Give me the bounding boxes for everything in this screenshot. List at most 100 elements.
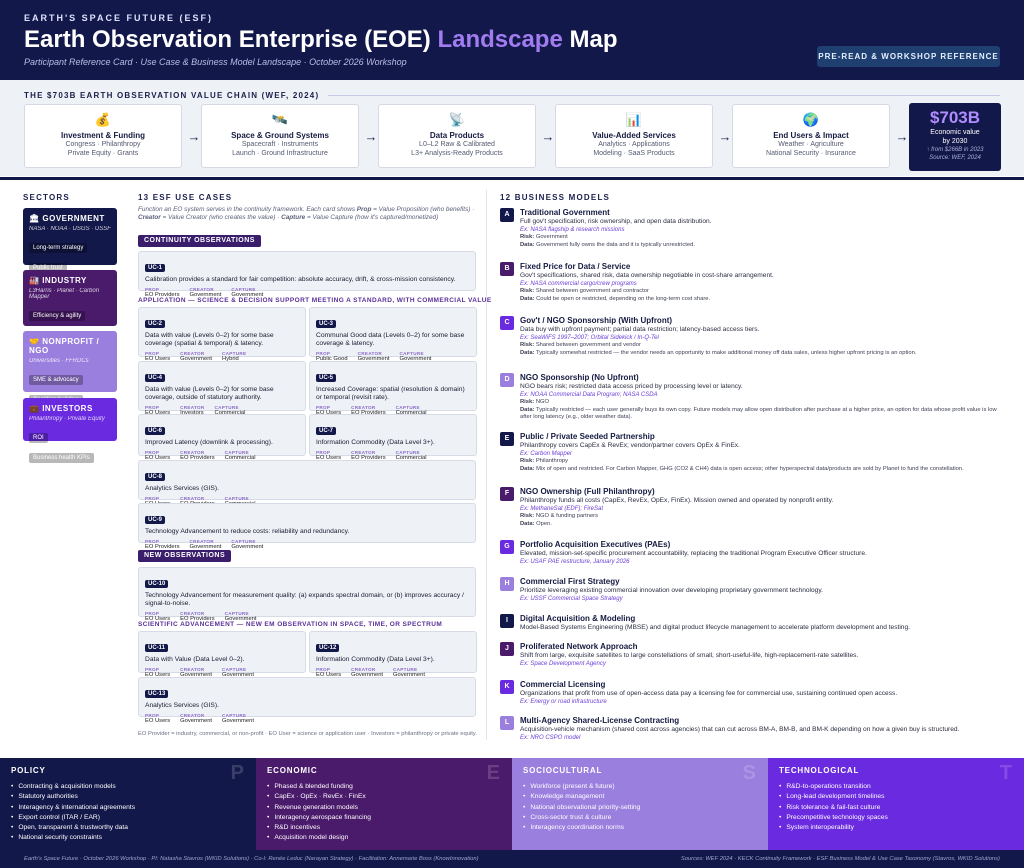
value-chain-stage[interactable]: 🌍 End Users & Impact Weather · Agriculture…: [732, 104, 890, 168]
value-chain-stage[interactable]: 💰 Investment & Funding Congress · Philanth…: [24, 104, 182, 168]
use-case-id: UC-1: [145, 264, 166, 272]
risk-label: Risk:: [520, 234, 535, 240]
sector-tag: Efficiency & agility: [29, 311, 86, 321]
stage-detail: Private Equity · Grants: [67, 150, 139, 157]
stage-detail: Launch · Ground Infrastructure: [232, 150, 328, 157]
pest-title: SOCIOCULTURAL: [523, 766, 603, 775]
business-model-item[interactable]: B Fixed Price for Data / Service Gov't spe…: [500, 262, 1005, 303]
business-model-item[interactable]: I Digital Acquisition & Modeling Model-Bas…: [500, 614, 1005, 632]
footer-credits: Earth's Space Future · October 2026 Work…: [24, 856, 479, 862]
business-model-item[interactable]: G Portfolio Acquisition Executives (PAEs)…: [500, 540, 1005, 566]
sector-card[interactable]: 🏛 GOVERNMENT NASA · NOAA · USGS · USSF Lon…: [23, 208, 117, 273]
pest-panel: SOCIOCULTURAL S Workforce (present & futur…: [512, 758, 768, 850]
value-chain-stage[interactable]: 📊 Value-Added Services Analytics · Applica…: [555, 104, 713, 168]
continuity-band: CONTINUITY OBSERVATIONS: [138, 235, 261, 247]
business-model-title: NGO Sponsorship (No Upfront): [520, 373, 639, 382]
business-model-example: Ex: NASA flagship & research missions: [520, 227, 625, 233]
title-end: Map: [562, 26, 618, 53]
sector-card[interactable]: 💼 INVESTORS Philanthropy · Private Equity…: [23, 398, 117, 463]
pest-list: Contracting & acquisition modelsStatutor…: [11, 782, 135, 844]
business-model-description: Organizations that profit from use of op…: [520, 690, 898, 697]
stage-detail: Analytics · Applications: [598, 141, 670, 148]
pest-item: Cross-sector trust & culture: [523, 813, 640, 823]
pest-item: Phased & blended funding: [267, 782, 371, 792]
meta-value: EO Providers: [145, 544, 180, 550]
sector-card[interactable]: 🤝 NONPROFIT / NGO Universities · FFRDCs SM…: [23, 331, 117, 405]
business-model-title: Fixed Price for Data / Service: [520, 262, 631, 271]
use-case-id: UC-4: [145, 374, 166, 382]
total-label-1: Economic value: [930, 129, 980, 136]
pest-letter: E: [486, 762, 500, 784]
use-case-card[interactable]: UC-8Analytics Services (GIS).PROPEO User…: [138, 460, 476, 507]
business-model-letter: L: [500, 716, 514, 730]
use-case-card[interactable]: UC-12 Information Commodity (Data Level 3…: [309, 631, 477, 678]
business-model-item[interactable]: J Proliferated Network Approach Shift from…: [500, 642, 1005, 668]
scientific-subheading: SCIENTIFIC ADVANCEMENT — NEW EM OBSERVAT…: [138, 621, 443, 628]
risk-value: Government: [535, 234, 568, 240]
business-model-item[interactable]: K Commercial Licensing Organizations that …: [500, 680, 1005, 706]
risk-value: NGO & funding partners: [535, 513, 598, 519]
stage-icon: 🌍: [802, 112, 820, 127]
use-case-card[interactable]: UC-10 Technology Advancement for measurem…: [138, 567, 476, 622]
use-case-card[interactable]: UC-1 Calibration provides a standard for …: [138, 251, 476, 298]
business-model-letter: D: [500, 373, 514, 387]
use-case-description: Calibration provides a standard for fair…: [145, 276, 456, 283]
stage-detail: Modeling · SaaS Products: [593, 150, 675, 157]
sector-title: 🏛 GOVERNMENT: [29, 214, 111, 223]
business-model-item[interactable]: E Public / Private Seeded Partnership Phil…: [500, 432, 1005, 473]
business-model-item[interactable]: D NGO Sponsorship (No Upfront) NGO bears r…: [500, 373, 1005, 422]
use-case-card[interactable]: UC-6 Improved Latency (downlink & process…: [138, 414, 306, 461]
pre-read-badge[interactable]: PRE-READ & WORKSHOP REFERENCE: [817, 46, 1000, 67]
pest-item: Risk tolerance & fail-fast culture: [779, 803, 888, 813]
use-case-card[interactable]: UC-9 Technology Advancement to reduce cos…: [138, 503, 476, 550]
sector-members: NASA · NOAA · USGS · USSF: [29, 226, 111, 232]
stage-detail: Weather · Agriculture: [778, 141, 844, 148]
value-chain-stage[interactable]: 📡 Data Products L0–L2 Raw & Calibrated L3+ …: [378, 104, 536, 168]
stage-icon: 🛰️: [271, 112, 289, 127]
sector-card[interactable]: 🏭 INDUSTRY L3Harris · Planet · Carbon Map…: [23, 270, 117, 341]
use-case-description: Analytics Services (GIS).: [145, 702, 219, 709]
use-case-card[interactable]: UC-4 Data with value (Levels 0–2) for som…: [138, 361, 306, 416]
use-case-card[interactable]: UC-2 Data with value (Levels 0–2) for som…: [138, 307, 306, 362]
data-label: Data:: [520, 406, 535, 413]
use-case-card[interactable]: UC-13 Analytics Services (GIS). PROP EO Use…: [138, 677, 476, 724]
value-chain-title: THE $703B EARTH OBSERVATION VALUE CHAIN …: [24, 91, 320, 100]
sector-tag: Business health KPIs: [29, 453, 94, 463]
business-model-description: Philanthropy funds all costs (CapEx, Rev…: [520, 497, 834, 504]
pest-item: Interagency & international agreements: [11, 803, 135, 813]
business-model-description: NGO bears risk; restricted data access p…: [520, 383, 743, 390]
use-case-description: Information Commodity (Data Level 3+).: [316, 656, 435, 663]
risk-label: Risk:: [520, 458, 535, 464]
pest-item: National security constraints: [11, 833, 135, 843]
business-model-item[interactable]: A Traditional Government Full gov't specif…: [500, 208, 1005, 249]
business-model-item[interactable]: C Gov't / NGO Sponsorship (With Upfront) D…: [500, 316, 1005, 357]
business-model-item[interactable]: F NGO Ownership (Full Philanthropy) Philan…: [500, 487, 1005, 528]
sector-title: 💼 INVESTORS: [29, 404, 111, 413]
pest-panel: TECHNOLOGICAL T R&D-to-operations transiti…: [768, 758, 1024, 850]
business-model-letter: E: [500, 432, 514, 446]
data-value: Government fully owns the data and it is…: [536, 241, 695, 248]
use-case-id: UC-7: [316, 427, 337, 435]
value-chain-stage[interactable]: 🛰️ Space & Ground Systems Spacecraft · Ins…: [201, 104, 359, 168]
use-case-card[interactable]: UC-7 Information Commodity (Data Level 3+…: [309, 414, 477, 461]
use-case-card[interactable]: UC-3 Communal Good data (Levels 0–2) for …: [309, 307, 477, 362]
business-model-item[interactable]: L Multi-Agency Shared-License Contracting…: [500, 716, 1005, 742]
business-model-example: Ex: Carbon Mapper: [520, 451, 573, 457]
business-model-title: Multi-Agency Shared-License Contracting: [520, 716, 680, 725]
total-value-card: $703B Economic value by 2030 ↑ from $266…: [909, 103, 1001, 171]
use-case-card[interactable]: UC-5 Increased Coverage: spatial (resolut…: [309, 361, 477, 416]
sector-members: L3Harris · Planet · Carbon Mapper: [29, 288, 100, 300]
pest-item: R&D-to-operations transition: [779, 782, 888, 792]
new-observations-band: NEW OBSERVATIONS: [138, 550, 232, 562]
pest-item: Open, transparent & trustworthy data: [11, 823, 135, 833]
business-model-data: Data: Could be open or restricted, depen…: [520, 296, 1005, 304]
business-model-description: Full gov't specification, risk ownership…: [520, 218, 712, 225]
business-model-item[interactable]: H Commercial First Strategy Prioritize lev…: [500, 577, 1005, 603]
pest-item: Precompetitive technology spaces: [779, 813, 887, 823]
pest-item: System interoperability: [779, 823, 888, 833]
sector-tag: Long-term strategy: [29, 243, 88, 253]
business-model-example: Ex: NASA commercial cargo/crew programs: [520, 281, 637, 287]
total-value: $703B: [929, 108, 981, 127]
use-case-card[interactable]: UC-11 Data with Value (Data Level 0–2). PR…: [138, 631, 306, 678]
pest-list: Phased & blended fundingCapEx · OpEx · R…: [267, 782, 371, 844]
